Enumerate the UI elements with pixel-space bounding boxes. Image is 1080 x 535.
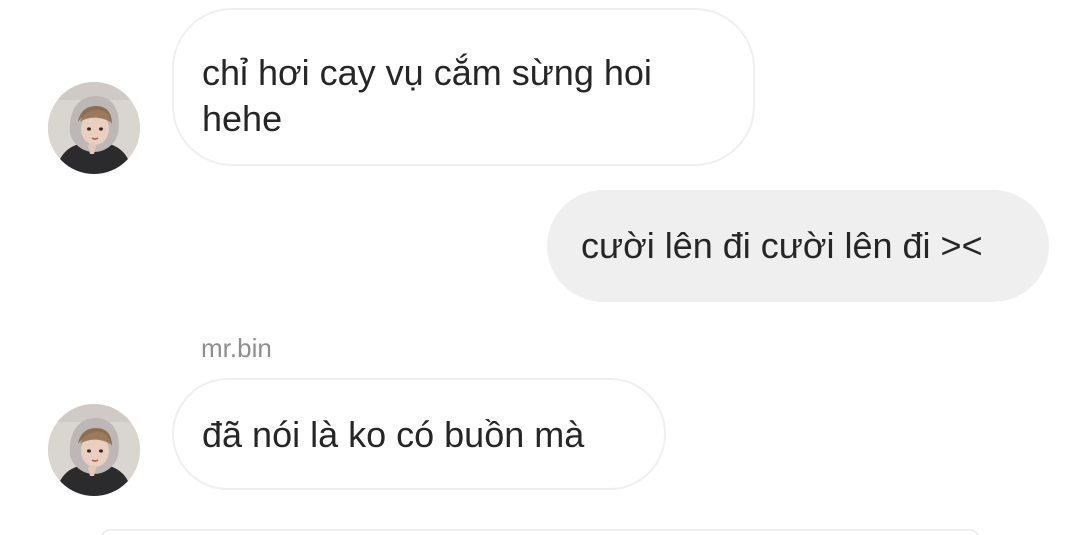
avatar-photo-icon (48, 404, 140, 496)
message-text: chỉ hơi cay vụ cắm sừng hoi hehe (202, 52, 652, 139)
outgoing-message-bubble[interactable]: cười lên đi cười lên đi >< (547, 190, 1049, 302)
message-text: cười lên đi cười lên đi >< (581, 225, 983, 266)
partial-message-bubble (100, 529, 980, 535)
incoming-message-bubble[interactable]: đã nói là ko có buồn mà (172, 378, 666, 490)
sender-name: mr.bin (201, 333, 272, 363)
avatar-photo-icon (48, 82, 140, 174)
chat-thread: chỉ hơi cay vụ cắm sừng hoi hehe cười lê… (0, 0, 1080, 535)
incoming-message-bubble[interactable]: chỉ hơi cay vụ cắm sừng hoi hehe (172, 8, 755, 166)
avatar[interactable] (48, 404, 140, 496)
avatar[interactable] (48, 82, 140, 174)
message-text: đã nói là ko có buồn mà (202, 414, 585, 455)
